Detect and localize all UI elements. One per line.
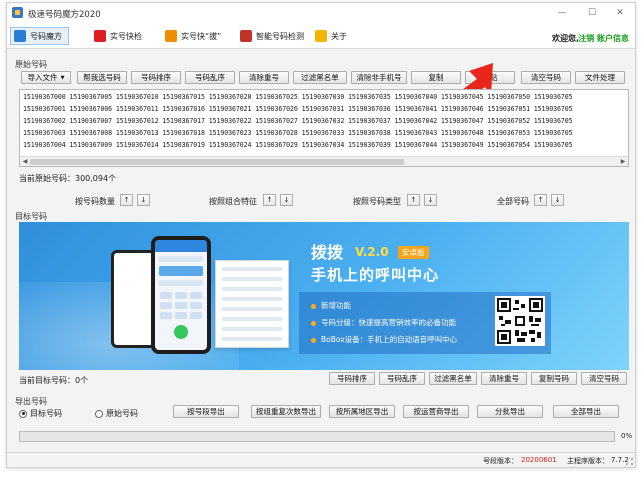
export-group-label: 导出号码 <box>15 397 47 406</box>
maximize-button[interactable]: ☐ <box>583 6 601 20</box>
number-row: 15190367003 15190367008 15190367013 1519… <box>23 129 573 137</box>
banner-title: 拨拨 <box>311 243 344 262</box>
clear-numbers-button[interactable]: 清空号码 <box>521 71 571 84</box>
sort-by-pattern-label: 按照组合特征 <box>209 197 257 206</box>
scroll-right-icon[interactable]: ▶ <box>619 158 627 166</box>
target-clear-button[interactable]: 清空号码 <box>581 372 627 385</box>
banner-feature: 号码分级：快速提高营销效率的必备功能 <box>311 317 456 328</box>
close-button[interactable]: ✕ <box>611 6 629 20</box>
account-links[interactable]: 注销 账户信息 <box>578 33 629 44</box>
target-filter-blacklist-button[interactable]: 过滤黑名单 <box>429 372 477 385</box>
banner-subtitle: 手机上的呼叫中心 <box>311 266 440 284</box>
window-title: 极速号码魔方2020 <box>28 10 101 20</box>
radio-label: 目标号码 <box>30 409 62 418</box>
main-tab-bar: 号码魔方 实号快检 实号快“拔” 智能号码检测 关于 欢迎您, 注销 账户信息 <box>7 23 635 49</box>
banner-feature: 新增功能 <box>311 300 351 311</box>
phone-image <box>151 236 211 354</box>
shuffle-numbers-button[interactable]: 号码乱序 <box>185 71 235 84</box>
app-screen-image <box>215 260 289 348</box>
tab-label: 号码魔方 <box>30 31 62 41</box>
pattern-up-button[interactable]: ↑ <box>263 194 276 206</box>
export-by-region-button[interactable]: 按所属地区导出 <box>329 405 395 418</box>
horizontal-scrollbar[interactable]: ◀ ▶ <box>20 156 628 166</box>
original-group-label: 原始号码 <box>15 60 47 69</box>
tab-label: 智能号码检测 <box>256 31 304 41</box>
export-by-segment-button[interactable]: 按号段导出 <box>173 405 239 418</box>
segment-version-label: 号段版本： <box>483 457 518 465</box>
filter-blacklist-button[interactable]: 过滤黑名单 <box>293 71 347 84</box>
file-process-button[interactable]: 文件处理 <box>575 71 625 84</box>
scroll-left-icon[interactable]: ◀ <box>21 158 29 166</box>
original-numbers-textarea[interactable]: 15190367000 15190367005 15190367010 1519… <box>19 89 629 167</box>
export-by-repeat-button[interactable]: 按组重复次数导出 <box>251 405 321 418</box>
target-copy-button[interactable]: 复制号码 <box>531 372 577 385</box>
tab-label: 实号快检 <box>110 31 142 41</box>
number-row: 15190367001 15190367006 15190367011 1519… <box>23 105 573 113</box>
radio-dot <box>95 409 103 418</box>
number-row: 15190367004 15190367009 15190367014 1519… <box>23 141 573 149</box>
target-dedupe-button[interactable]: 清除重号 <box>481 372 527 385</box>
quantity-down-button[interactable]: ↓ <box>137 194 150 206</box>
target-count: 当前目标号码：0个 <box>19 376 89 385</box>
tab-label: 实号快“拔” <box>181 31 222 41</box>
radio-dot <box>19 409 27 418</box>
batch-export-button[interactable]: 分批导出 <box>477 405 543 418</box>
export-all-button[interactable]: 全部导出 <box>553 405 619 418</box>
radio-label: 原始号码 <box>106 409 138 418</box>
quantity-up-button[interactable]: ↑ <box>120 194 133 206</box>
export-by-carrier-button[interactable]: 按运营商导出 <box>403 405 469 418</box>
target-sort-button[interactable]: 号码排序 <box>329 372 375 385</box>
target-shuffle-button[interactable]: 号码乱序 <box>379 372 425 385</box>
tab-about[interactable]: 关于 <box>312 27 347 45</box>
original-count: 当前原始号码：300,094个 <box>19 174 117 183</box>
tab-smart-detect[interactable]: 智能号码检测 <box>237 27 304 45</box>
scroll-thumb[interactable] <box>30 159 404 165</box>
cube-icon <box>14 30 26 42</box>
banner-tag: 安卓版 <box>398 246 429 259</box>
main-version-label: 主程序版本： <box>567 457 609 465</box>
dedupe-button[interactable]: 清除重号 <box>239 71 289 84</box>
number-row: 15190367000 15190367005 15190367010 1519… <box>23 93 573 101</box>
tab-quick-pull[interactable]: 实号快“拔” <box>162 27 221 45</box>
title-bar: 极速号码魔方2020 — ☐ ✕ <box>7 3 635 23</box>
segment-version-value: 20200601 <box>521 456 557 464</box>
status-bar: 号段版本： 20200601 主程序版本： 7.7.2 <box>7 452 635 467</box>
target-group-label: 目标号码 <box>15 212 47 221</box>
radio-original-numbers[interactable]: 原始号码 <box>95 408 138 419</box>
app-window: 极速号码魔方2020 — ☐ ✕ 号码魔方 实号快检 实号快“拔” 智能号码检测… <box>6 2 636 468</box>
promo-banner[interactable]: 拨拨 V.2.0 安卓版 手机上的呼叫中心 新增功能 号码分级：快速提高营销效率… <box>19 222 629 370</box>
pattern-down-button[interactable]: ↓ <box>280 194 293 206</box>
import-file-button[interactable]: 导入文件 <box>21 71 71 84</box>
qr-code-icon <box>495 296 545 346</box>
tab-quick-check[interactable]: 实号快检 <box>91 27 142 45</box>
sort-by-quantity-label: 按号码数量 <box>75 197 115 206</box>
radio-target-numbers[interactable]: 目标号码 <box>19 408 62 419</box>
minimize-button[interactable]: — <box>553 6 571 20</box>
tab-label: 关于 <box>331 31 347 41</box>
all-numbers-label: 全部号码 <box>497 197 529 206</box>
welcome-text: 欢迎您, <box>551 34 579 43</box>
pick-numbers-button[interactable]: 帮我选号码 <box>77 71 127 84</box>
progress-percent: 0% <box>621 432 633 440</box>
all-up-button[interactable]: ↑ <box>534 194 547 206</box>
number-row: 15190367002 15190367007 15190367012 1519… <box>23 117 573 125</box>
resize-grip-icon[interactable] <box>626 458 633 465</box>
sort-numbers-button[interactable]: 号码排序 <box>131 71 181 84</box>
pull-icon <box>165 30 177 42</box>
all-down-button[interactable]: ↓ <box>551 194 564 206</box>
hourglass-icon <box>240 30 252 42</box>
banner-version: V.2.0 <box>355 245 389 259</box>
tab-number-cube[interactable]: 号码魔方 <box>10 27 69 45</box>
type-up-button[interactable]: ↑ <box>407 194 420 206</box>
app-logo-icon <box>12 7 23 18</box>
progress-bar <box>19 431 615 442</box>
remove-non-mobile-button[interactable]: 清除非手机号 <box>351 71 407 84</box>
type-down-button[interactable]: ↓ <box>424 194 437 206</box>
sort-by-type-label: 按照号码类型 <box>353 197 401 206</box>
phone-check-icon <box>94 30 106 42</box>
info-icon <box>315 30 327 42</box>
banner-feature: BoBox设备：手机上的自动语音呼叫中心 <box>311 334 457 345</box>
